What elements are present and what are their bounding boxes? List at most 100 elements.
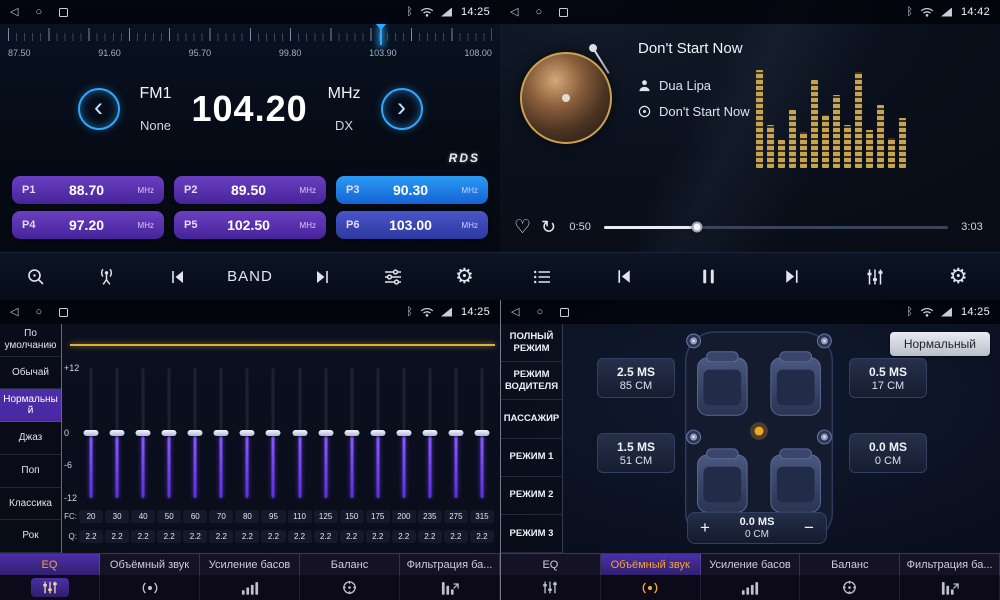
audio-tab-icon-cell[interactable] bbox=[400, 575, 500, 600]
previous-track-button[interactable] bbox=[603, 257, 647, 297]
slider-knob[interactable] bbox=[162, 430, 177, 436]
slider-knob[interactable] bbox=[240, 430, 255, 436]
next-track-button[interactable] bbox=[770, 257, 814, 297]
audio-tab-icon-cell[interactable] bbox=[701, 575, 801, 600]
listening-mode-item[interactable]: РЕЖИМ 2 bbox=[501, 477, 562, 515]
eq-band-slider[interactable] bbox=[391, 368, 417, 498]
slider-knob[interactable] bbox=[188, 430, 203, 436]
repeat-button[interactable]: ↻ bbox=[541, 218, 556, 236]
eq-band-slider[interactable] bbox=[182, 368, 208, 498]
home-icon[interactable]: ○ bbox=[536, 307, 543, 318]
delay-rear-right[interactable]: 0.0 MS 0 CM bbox=[849, 433, 927, 473]
slider-knob[interactable] bbox=[422, 430, 437, 436]
band-button[interactable]: BAND bbox=[227, 257, 273, 297]
eq-band-slider[interactable] bbox=[339, 368, 365, 498]
audio-tab-surround-sound[interactable]: Объёмный звук bbox=[601, 554, 701, 575]
audio-tab-subwoofer-filter[interactable]: Фильтрация ба... bbox=[900, 554, 1000, 575]
home-icon[interactable]: ○ bbox=[535, 7, 542, 18]
eq-preset-item[interactable]: Нормальный bbox=[0, 389, 61, 422]
eq-band-slider[interactable] bbox=[156, 368, 182, 498]
audio-tab-icon-cell[interactable] bbox=[601, 575, 701, 600]
scan-broadcast-button[interactable] bbox=[85, 257, 129, 297]
preset-button-p2[interactable]: P289.50MHz bbox=[174, 176, 326, 204]
audio-tab-subwoofer-filter[interactable]: Фильтрация ба... bbox=[400, 554, 500, 575]
settings-button[interactable]: ⚙ bbox=[936, 257, 980, 297]
audio-tab-icon-cell[interactable] bbox=[900, 575, 1000, 600]
audio-tab-icon-cell[interactable] bbox=[501, 575, 601, 600]
eq-preset-item[interactable]: Классика bbox=[0, 488, 61, 521]
frequency-ruler[interactable]: 87.5091.6095.7099.80103.90108.00 bbox=[8, 26, 492, 68]
tune-up-button[interactable]: › bbox=[381, 88, 423, 130]
tune-down-button[interactable]: ‹ bbox=[78, 88, 120, 130]
slider-knob[interactable] bbox=[448, 430, 463, 436]
back-icon[interactable]: ◁ bbox=[10, 307, 18, 318]
recents-icon[interactable] bbox=[559, 8, 568, 17]
audio-settings-button[interactable] bbox=[853, 257, 897, 297]
slider-knob[interactable] bbox=[474, 430, 489, 436]
back-icon[interactable]: ◁ bbox=[510, 7, 518, 18]
eq-band-slider[interactable] bbox=[234, 368, 260, 498]
slider-knob[interactable] bbox=[370, 430, 385, 436]
preset-button-p6[interactable]: P6103.00MHz bbox=[336, 211, 488, 239]
delay-rear-left[interactable]: 1.5 MS 51 CM bbox=[597, 433, 675, 473]
audio-tab-icon-cell[interactable] bbox=[200, 575, 300, 600]
progress-bar[interactable] bbox=[604, 226, 948, 229]
audio-tab-surround-sound[interactable]: Объёмный звук bbox=[100, 554, 200, 575]
next-station-button[interactable] bbox=[300, 257, 344, 297]
slider-knob[interactable] bbox=[292, 430, 307, 436]
eq-band-slider[interactable] bbox=[130, 368, 156, 498]
eq-band-slider[interactable] bbox=[287, 368, 313, 498]
slider-knob[interactable] bbox=[318, 430, 333, 436]
preset-button-p1[interactable]: P188.70MHz bbox=[12, 176, 164, 204]
slider-knob[interactable] bbox=[84, 430, 99, 436]
slider-knob[interactable] bbox=[396, 430, 411, 436]
recents-icon[interactable] bbox=[560, 308, 569, 317]
listening-mode-item[interactable]: РЕЖИМ 3 bbox=[501, 515, 562, 553]
preset-button-p5[interactable]: P5102.50MHz bbox=[174, 211, 326, 239]
eq-preset-item[interactable]: Рок bbox=[0, 520, 61, 553]
frequency-pointer[interactable] bbox=[380, 26, 382, 45]
recents-icon[interactable] bbox=[59, 8, 68, 17]
home-icon[interactable]: ○ bbox=[35, 307, 42, 318]
home-icon[interactable]: ○ bbox=[35, 7, 42, 18]
slider-knob[interactable] bbox=[214, 430, 229, 436]
settings-button[interactable]: ⚙ bbox=[442, 257, 486, 297]
listening-mode-item[interactable]: РЕЖИМ ВОДИТЕЛЯ bbox=[501, 362, 562, 400]
eq-preset-item[interactable]: Поп bbox=[0, 455, 61, 488]
recents-icon[interactable] bbox=[59, 308, 68, 317]
eq-preset-item[interactable]: Обычай bbox=[0, 357, 61, 390]
progress-knob[interactable] bbox=[691, 222, 702, 233]
eq-band-slider[interactable] bbox=[313, 368, 339, 498]
audio-tab-equalizer[interactable]: EQ bbox=[501, 554, 601, 575]
preset-button-p4[interactable]: P497.20MHz bbox=[12, 211, 164, 239]
eq-band-slider[interactable] bbox=[365, 368, 391, 498]
slider-knob[interactable] bbox=[344, 430, 359, 436]
audio-tab-balance[interactable]: Баланс bbox=[300, 554, 400, 575]
audio-tab-icon-cell[interactable] bbox=[100, 575, 200, 600]
eq-band-slider[interactable] bbox=[260, 368, 286, 498]
audio-tab-equalizer[interactable]: EQ bbox=[0, 554, 100, 575]
pause-button[interactable] bbox=[686, 257, 730, 297]
audio-tab-icon-cell[interactable] bbox=[0, 575, 100, 600]
eq-band-slider[interactable] bbox=[417, 368, 443, 498]
listening-mode-item[interactable]: РЕЖИМ 1 bbox=[501, 439, 562, 477]
album-art[interactable] bbox=[520, 52, 612, 144]
search-button[interactable] bbox=[14, 257, 58, 297]
previous-station-button[interactable] bbox=[156, 257, 200, 297]
slider-knob[interactable] bbox=[266, 430, 281, 436]
delay-increase-button[interactable]: + bbox=[688, 513, 722, 543]
eq-preset-item[interactable]: Джаз bbox=[0, 422, 61, 455]
eq-band-slider[interactable] bbox=[469, 368, 495, 498]
listening-mode-item[interactable]: ПОЛНЫЙ РЕЖИМ bbox=[501, 324, 562, 362]
preset-button-p3[interactable]: P390.30MHz bbox=[336, 176, 488, 204]
audio-tab-bass-boost[interactable]: Усиление басов bbox=[701, 554, 801, 575]
listening-mode-item[interactable]: ПАССАЖИР bbox=[501, 400, 562, 438]
audio-tab-icon-cell[interactable] bbox=[300, 575, 400, 600]
slider-knob[interactable] bbox=[136, 430, 151, 436]
eq-band-slider[interactable] bbox=[443, 368, 469, 498]
eq-band-slider[interactable] bbox=[208, 368, 234, 498]
eq-band-slider[interactable] bbox=[104, 368, 130, 498]
delay-decrease-button[interactable]: − bbox=[792, 513, 826, 543]
delay-front-right[interactable]: 0.5 MS 17 CM bbox=[849, 358, 927, 398]
slider-knob[interactable] bbox=[110, 430, 125, 436]
